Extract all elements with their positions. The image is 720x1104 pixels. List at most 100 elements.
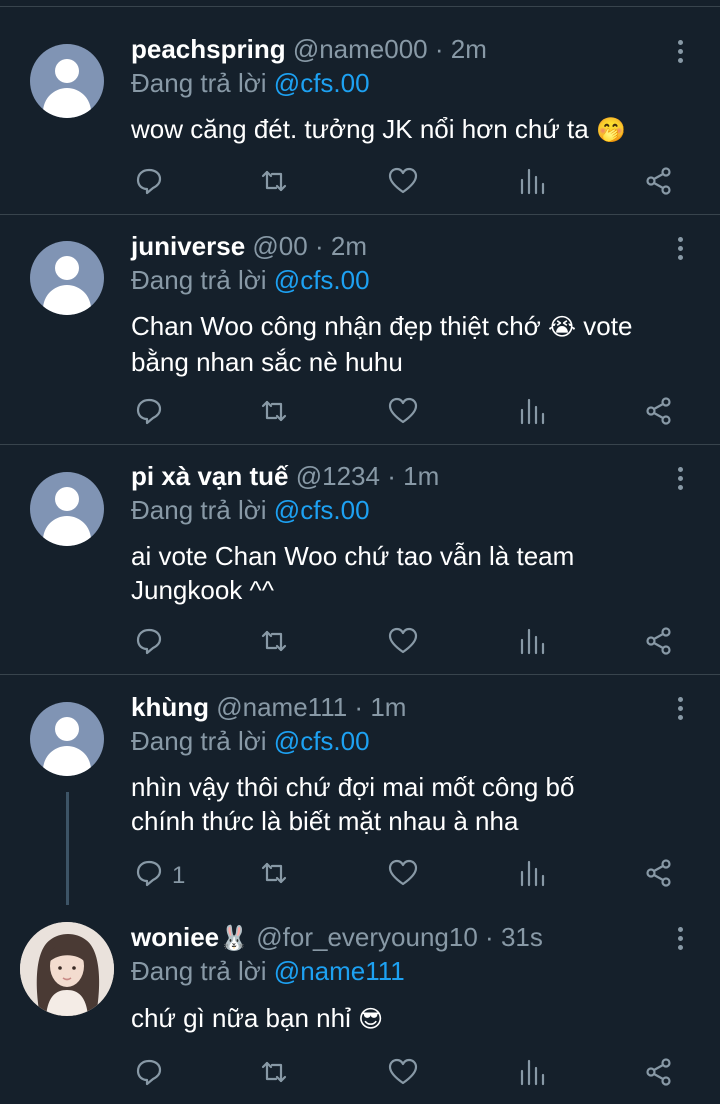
user-handle[interactable]: @00 bbox=[252, 231, 307, 261]
stats-button[interactable] bbox=[518, 858, 546, 894]
mention-link[interactable]: @cfs.00 bbox=[274, 495, 370, 525]
reply-button[interactable] bbox=[134, 396, 164, 432]
user-handle[interactable]: @name000 bbox=[293, 34, 428, 64]
tweet-actions bbox=[0, 626, 720, 662]
user-handle[interactable]: @name111 bbox=[216, 692, 347, 722]
like-icon bbox=[387, 167, 419, 200]
tweet-text: ai vote Chan Woo chứ tao vẫn là team Jun… bbox=[131, 541, 575, 605]
share-button[interactable] bbox=[644, 396, 674, 432]
reply-count: 1 bbox=[172, 862, 186, 889]
stats-icon bbox=[518, 860, 546, 892]
stats-button[interactable] bbox=[518, 626, 546, 662]
share-button[interactable] bbox=[644, 1057, 674, 1093]
reply-button[interactable] bbox=[134, 166, 164, 202]
avatar[interactable] bbox=[30, 702, 104, 776]
share-icon bbox=[644, 1058, 674, 1091]
tweet-woniee[interactable]: woniee🐰 @for_everyoung10 · 31s Đang trả … bbox=[0, 905, 720, 1104]
share-button[interactable] bbox=[644, 166, 674, 202]
replying-to: Đang trả lời @cfs.00 bbox=[131, 265, 370, 295]
tweet-khung[interactable]: khùng @name111 · 1m Đang trả lời @cfs.00… bbox=[0, 675, 720, 905]
like-button[interactable] bbox=[387, 166, 419, 202]
replying-to: Đang trả lời @cfs.00 bbox=[131, 495, 370, 525]
timestamp[interactable]: 1m bbox=[403, 461, 439, 491]
retweet-button[interactable] bbox=[258, 166, 290, 202]
like-icon bbox=[387, 627, 419, 660]
mention-link[interactable]: @cfs.00 bbox=[274, 68, 370, 98]
avatar[interactable] bbox=[30, 44, 104, 118]
stats-icon bbox=[518, 168, 546, 200]
retweet-button[interactable] bbox=[258, 396, 290, 432]
retweet-icon bbox=[258, 400, 290, 430]
tweet-pi-xa-van-tue[interactable]: pi xà vạn tuế @1234 · 1m Đang trả lời @c… bbox=[0, 445, 720, 674]
stats-button[interactable] bbox=[518, 166, 546, 202]
mention-link[interactable]: @name111 bbox=[274, 956, 405, 986]
display-name[interactable]: juniverse bbox=[131, 231, 245, 261]
user-handle[interactable]: @for_everyoung10 bbox=[256, 922, 478, 952]
stats-icon bbox=[518, 1059, 546, 1091]
emoji: 😎 bbox=[358, 1006, 384, 1033]
bunny-emoji: 🐰 bbox=[219, 925, 250, 952]
like-button[interactable] bbox=[387, 1057, 419, 1093]
share-icon bbox=[644, 167, 674, 200]
reply-button[interactable] bbox=[134, 1057, 164, 1093]
more-icon[interactable] bbox=[668, 465, 692, 495]
separator: · bbox=[314, 231, 324, 261]
retweet-button[interactable] bbox=[258, 626, 290, 662]
timestamp[interactable]: 2m bbox=[331, 231, 367, 261]
avatar-photo[interactable] bbox=[20, 922, 114, 1016]
tweet-actions bbox=[0, 396, 720, 432]
mention-link[interactable]: @cfs.00 bbox=[274, 726, 370, 756]
tweet-text: nhìn vậy thôi chứ đợi mai mốt công bố ch… bbox=[131, 772, 575, 836]
retweet-button[interactable] bbox=[258, 858, 290, 894]
stats-button[interactable] bbox=[518, 1057, 546, 1093]
reply-icon bbox=[134, 168, 164, 200]
user-handle[interactable]: @1234 bbox=[296, 461, 380, 491]
separator: · bbox=[387, 461, 396, 491]
replying-to: Đang trả lời @name111 bbox=[131, 956, 405, 986]
like-button[interactable] bbox=[387, 626, 419, 662]
share-icon bbox=[644, 859, 674, 892]
avatar[interactable] bbox=[30, 241, 104, 315]
stats-icon bbox=[518, 398, 546, 430]
separator: · bbox=[434, 34, 444, 64]
avatar[interactable] bbox=[30, 472, 104, 546]
share-icon bbox=[644, 627, 674, 660]
tweet-actions bbox=[0, 166, 720, 202]
share-icon bbox=[644, 397, 674, 430]
more-icon[interactable] bbox=[668, 695, 692, 725]
display-name[interactable]: pi xà vạn tuế bbox=[131, 461, 289, 491]
replying-to: Đang trả lời @cfs.00 bbox=[131, 726, 370, 756]
display-name[interactable]: peachspring bbox=[131, 34, 286, 64]
tweet-text: chứ gì nữa bạn nhỉ 😎 bbox=[131, 1003, 384, 1033]
more-icon[interactable] bbox=[668, 38, 692, 68]
like-icon bbox=[387, 397, 419, 430]
tweet-juniverse[interactable]: juniverse @00 · 2m Đang trả lời @cfs.00 … bbox=[0, 215, 720, 444]
timestamp[interactable]: 2m bbox=[451, 34, 487, 64]
reply-button[interactable] bbox=[134, 626, 164, 662]
reply-icon bbox=[134, 1059, 164, 1091]
more-icon[interactable] bbox=[668, 925, 692, 955]
like-button[interactable] bbox=[387, 396, 419, 432]
tweet-text: wow căng đét. tưởng JK nổi hơn chứ ta 🤭 bbox=[131, 114, 626, 144]
share-button[interactable] bbox=[644, 858, 674, 894]
reply-icon bbox=[134, 398, 164, 430]
reply-button[interactable]: 1 bbox=[134, 858, 185, 894]
stats-button[interactable] bbox=[518, 396, 546, 432]
display-name[interactable]: woniee bbox=[131, 922, 219, 952]
share-button[interactable] bbox=[644, 626, 674, 662]
retweet-icon bbox=[258, 1061, 290, 1091]
stats-icon bbox=[518, 628, 546, 660]
tweet-text: Chan Woo công nhận đẹp thiệt chớ 😭 vote … bbox=[131, 311, 633, 377]
separator: · bbox=[485, 922, 494, 952]
like-icon bbox=[387, 1058, 419, 1091]
reply-icon bbox=[134, 628, 164, 660]
display-name[interactable]: khùng bbox=[131, 692, 209, 722]
like-button[interactable] bbox=[387, 858, 419, 894]
mention-link[interactable]: @cfs.00 bbox=[274, 265, 370, 295]
retweet-button[interactable] bbox=[258, 1057, 290, 1093]
timestamp[interactable]: 1m bbox=[370, 692, 406, 722]
timestamp[interactable]: 31s bbox=[501, 922, 543, 952]
reply-icon bbox=[134, 860, 164, 892]
tweet-peachspring[interactable]: peachspring @name000 · 2m Đang trả lời @… bbox=[0, 0, 720, 214]
more-icon[interactable] bbox=[668, 235, 692, 265]
